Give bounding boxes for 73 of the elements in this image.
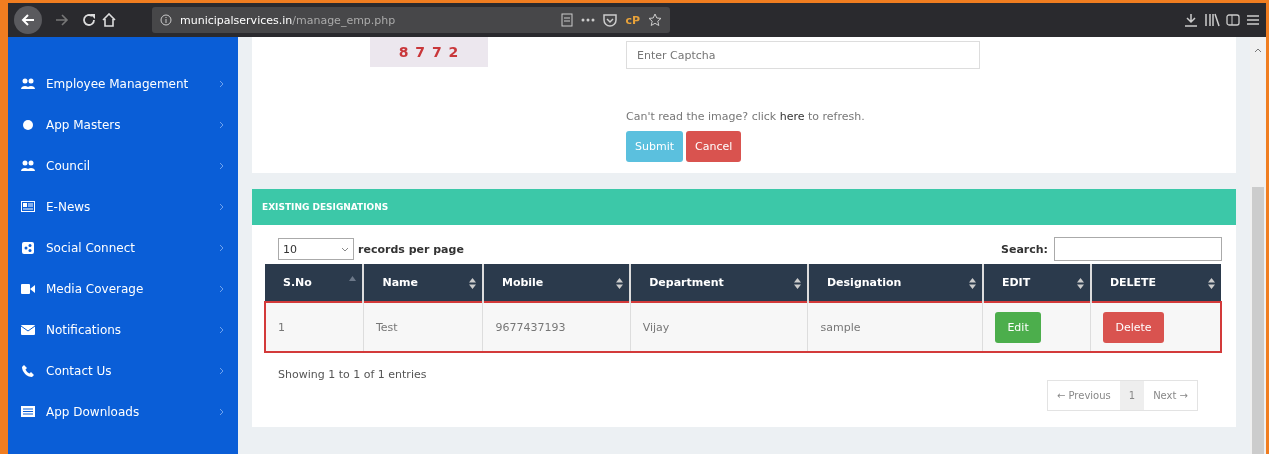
table-cell: sample xyxy=(820,320,861,334)
reload-icon[interactable] xyxy=(82,13,96,27)
column-header[interactable]: EDIT xyxy=(982,264,1091,302)
back-button[interactable] xyxy=(14,6,42,34)
records-per-page-label: records per page xyxy=(358,242,464,256)
captcha-field[interactable]: Enter Captcha xyxy=(626,41,980,69)
url-text: municipalservices.in/manage_emp.php xyxy=(180,13,396,27)
arrow-left-icon xyxy=(21,13,35,27)
cancel-button[interactable]: Cancel xyxy=(686,131,742,162)
video-camera-icon xyxy=(21,283,35,294)
chevron-right-icon xyxy=(219,120,224,129)
more-icon[interactable] xyxy=(581,18,596,22)
column-header[interactable]: Department xyxy=(630,264,808,302)
menu-icon[interactable] xyxy=(1246,14,1260,26)
address-bar[interactable]: municipalservices.in/manage_emp.php cP xyxy=(152,7,670,33)
chevron-right-icon xyxy=(219,407,224,416)
info-icon[interactable] xyxy=(160,14,172,26)
pagination-button[interactable]: 1 xyxy=(1119,381,1145,410)
column-header[interactable]: Name xyxy=(363,264,483,302)
newspaper-icon xyxy=(21,201,35,212)
chevron-right-icon xyxy=(219,79,224,88)
sidebar-item[interactable]: Contact Us xyxy=(8,350,238,391)
sidebar-item[interactable]: App Downloads xyxy=(8,391,238,432)
pagination-button[interactable]: ← Previous xyxy=(1047,381,1120,410)
column-header[interactable]: S.No xyxy=(265,264,364,302)
list-icon xyxy=(21,406,35,417)
phone-icon xyxy=(22,364,34,377)
users-icon xyxy=(21,159,35,172)
envelope-icon xyxy=(21,324,35,335)
chevron-right-icon xyxy=(219,161,224,170)
chevron-right-icon xyxy=(219,325,224,334)
library-icon[interactable] xyxy=(1204,13,1220,27)
sidebar-item[interactable]: Notifications xyxy=(8,309,238,350)
pagination-button[interactable]: Next → xyxy=(1144,381,1197,410)
entries-info: Showing 1 to 1 of 1 entries xyxy=(278,368,427,381)
refresh-hint: Can't read the image? click here to refresh. xyxy=(626,110,866,123)
download-icon[interactable] xyxy=(1184,13,1198,27)
section-header: EXISTING DESIGNATIONS xyxy=(252,189,1236,225)
captcha-image: 8 7 7 2 xyxy=(370,37,488,67)
sidebar-item[interactable]: Social Connect xyxy=(8,227,238,268)
column-header[interactable]: Mobile xyxy=(482,264,631,302)
users-icon xyxy=(21,77,35,90)
delete-button[interactable]: Delete xyxy=(1103,311,1164,343)
pocket-icon[interactable] xyxy=(603,13,618,27)
column-header[interactable]: Designation xyxy=(808,264,983,302)
sidebar-item[interactable]: App Masters xyxy=(8,104,238,145)
chevron-right-icon xyxy=(219,202,224,211)
sidebar-item[interactable]: E-News xyxy=(8,186,238,227)
sidebar-icon[interactable] xyxy=(1226,14,1240,26)
table-cell: Vijay xyxy=(642,320,670,334)
extension-button[interactable]: cP xyxy=(625,13,640,27)
home-icon[interactable] xyxy=(102,13,116,27)
scrollbar-thumb[interactable] xyxy=(1252,187,1264,454)
chevron-right-icon xyxy=(219,243,224,252)
blob-icon xyxy=(22,118,34,131)
chevron-right-icon xyxy=(219,366,224,375)
column-header[interactable]: DELETE xyxy=(1090,264,1221,302)
share-icon xyxy=(22,241,34,254)
star-icon[interactable] xyxy=(648,13,662,27)
table-cell: Test xyxy=(375,320,398,334)
sidebar-item[interactable]: Employee Management xyxy=(8,63,238,104)
table-cell: 1 xyxy=(278,320,285,334)
scroll-up-icon[interactable] xyxy=(1254,47,1262,53)
sidebar-item[interactable]: Council xyxy=(8,145,238,186)
search-label: Search: xyxy=(1001,242,1048,256)
chevron-down-icon xyxy=(341,246,349,252)
search-field[interactable] xyxy=(1054,237,1222,261)
sidebar-item[interactable]: Media Coverage xyxy=(8,268,238,309)
page-size-select[interactable]: 10 xyxy=(278,238,354,260)
reader-view-icon[interactable] xyxy=(561,13,574,27)
forward-icon[interactable] xyxy=(55,13,69,27)
chevron-right-icon xyxy=(219,284,224,293)
table-cell: 9677437193 xyxy=(495,320,566,334)
